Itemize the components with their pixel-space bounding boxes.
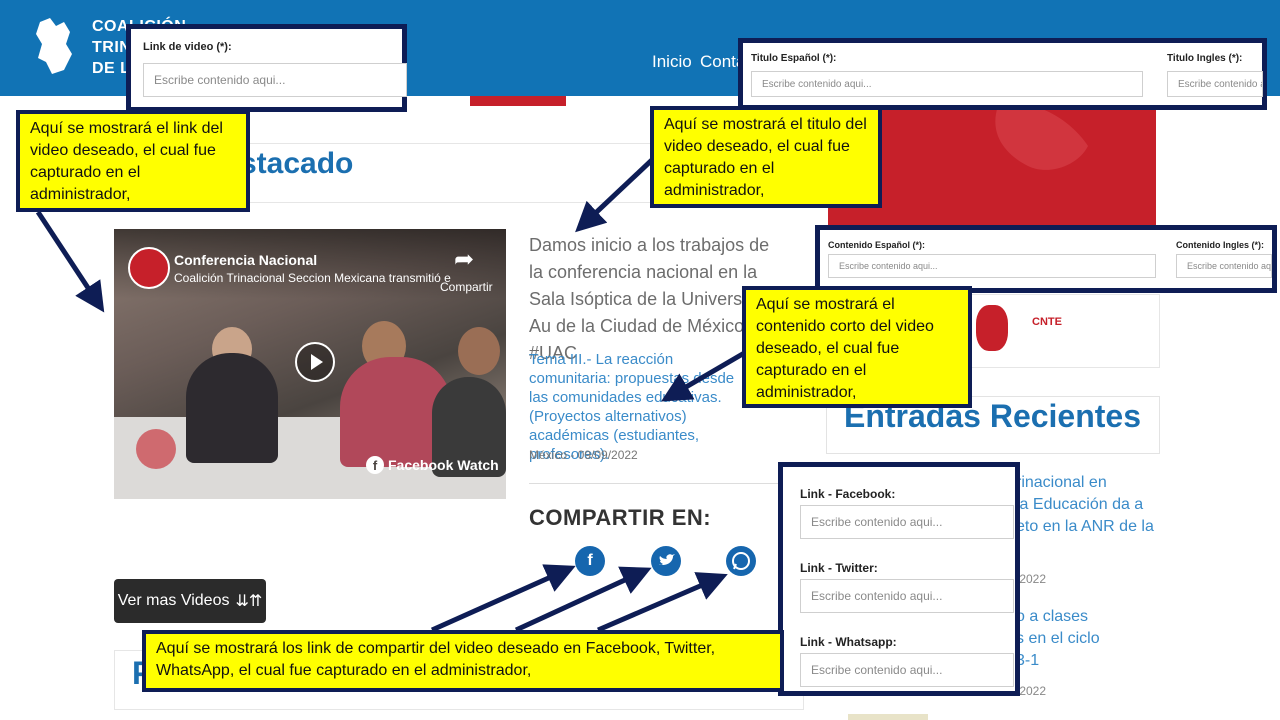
- note-contenido: Aquí se mostrará el contenido corto del …: [742, 286, 972, 408]
- arrow-to-whatsapp: [597, 572, 728, 633]
- twitter-link-input[interactable]: Escribe contenido aqui...: [800, 579, 1014, 613]
- titulo-panel: Titulo Español (*): Escribe contenido aq…: [738, 38, 1267, 110]
- contenido-panel: Contenido Español (*): Escribe contenido…: [815, 225, 1277, 293]
- whatsapp-link-label: Link - Whatsapp:: [800, 635, 897, 649]
- note-link-video: Aquí se mostrará el link del video desea…: [16, 110, 250, 212]
- facebook-link-label: Link - Facebook:: [800, 487, 896, 501]
- social-links-panel: Link - Facebook: Escribe contenido aqui.…: [778, 462, 1020, 696]
- twitter-link-label: Link - Twitter:: [800, 561, 878, 575]
- whatsapp-link-input[interactable]: Escribe contenido aqui...: [800, 653, 1014, 687]
- link-video-panel: Link de video (*): Escribe contenido aqu…: [126, 24, 407, 112]
- titulo-es-label: Titulo Español (*):: [751, 53, 837, 64]
- note-compartir: Aquí se mostrará los link de compartir d…: [142, 630, 784, 692]
- facebook-link-input[interactable]: Escribe contenido aqui...: [800, 505, 1014, 539]
- link-video-label: Link de video (*):: [143, 41, 232, 53]
- contenido-en-label: Contenido Ingles (*):: [1176, 240, 1264, 250]
- arrow-to-title: [575, 156, 656, 233]
- titulo-es-input[interactable]: Escribe contenido aqui...: [751, 71, 1143, 97]
- titulo-en-input[interactable]: Escribe contenido aqui...: [1167, 71, 1263, 97]
- arrow-to-video: [35, 210, 105, 313]
- link-video-input[interactable]: Escribe contenido aqui...: [143, 63, 407, 97]
- arrow-to-facebook: [430, 564, 576, 633]
- contenido-es-label: Contenido Español (*):: [828, 240, 925, 250]
- note-titulo: Aquí se mostrará el titulo del video des…: [650, 106, 882, 208]
- contenido-en-input[interactable]: Escribe contenido aqui...: [1176, 254, 1272, 278]
- contenido-es-input[interactable]: Escribe contenido aqui...: [828, 254, 1156, 278]
- titulo-en-label: Titulo Ingles (*):: [1167, 53, 1243, 64]
